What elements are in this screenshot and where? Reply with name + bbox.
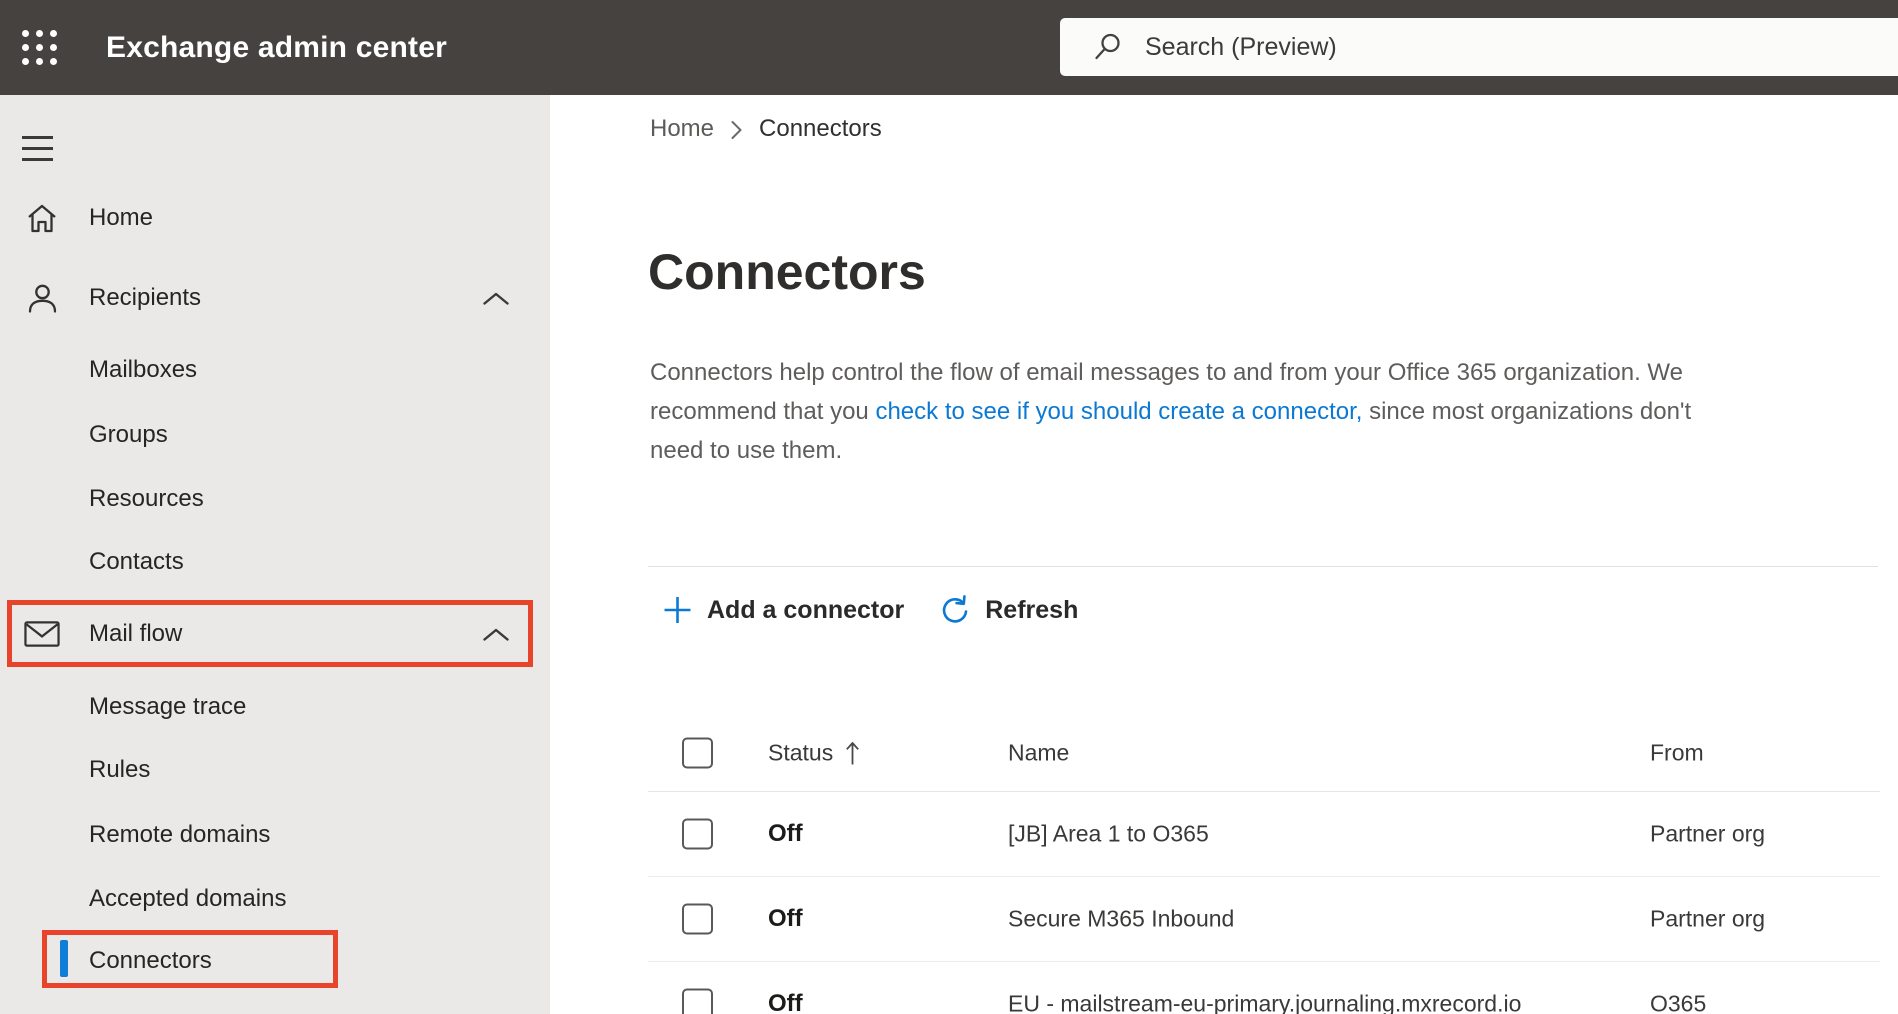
sidebar-item-label: Remote domains: [89, 821, 271, 848]
page-description: Connectors help control the flow of emai…: [650, 353, 1898, 470]
table-header-row: Status Name From: [648, 715, 1880, 792]
main-content: Home Connectors Connectors Connectors he…: [550, 95, 1898, 1014]
description-text: Connectors help control the flow of emai…: [650, 359, 1683, 386]
search-box[interactable]: [1060, 18, 1898, 76]
cell-from: Partner org: [1650, 820, 1766, 847]
exchange-admin-center-window: Exchange admin center Home: [0, 0, 1898, 1014]
sidebar-item-label: Rules: [89, 756, 151, 783]
cell-from: O365: [1650, 990, 1707, 1014]
sidebar-item-label: Resources: [89, 485, 204, 512]
chevron-right-icon: [730, 119, 743, 141]
active-item-indicator: [60, 940, 68, 977]
breadcrumb-home-link[interactable]: Home: [650, 115, 714, 143]
page-title: Connectors: [648, 244, 926, 300]
sidebar-item-home[interactable]: Home: [0, 186, 550, 250]
envelope-icon: [24, 620, 60, 648]
cell-from: Partner org: [1650, 905, 1766, 932]
column-header-name[interactable]: Name: [1008, 740, 1069, 767]
row-checkbox[interactable]: [682, 988, 713, 1014]
search-icon: [1093, 32, 1123, 62]
breadcrumb: Home Connectors: [650, 115, 882, 143]
sidebar-item-label: Mail flow: [89, 620, 183, 647]
top-app-bar: Exchange admin center: [0, 0, 1898, 95]
sidebar-item-mailboxes[interactable]: Mailboxes: [0, 338, 550, 402]
cell-name: Secure M365 Inbound: [1008, 905, 1235, 932]
row-checkbox[interactable]: [682, 818, 713, 850]
sidebar-item-label: Accepted domains: [89, 885, 287, 912]
sidebar-item-recipients[interactable]: Recipients: [0, 266, 550, 330]
sort-ascending-icon[interactable]: [845, 740, 860, 767]
select-all-checkbox[interactable]: [682, 737, 713, 769]
add-connector-button[interactable]: Add a connector: [662, 593, 904, 627]
app-title: Exchange admin center: [106, 30, 447, 64]
sidebar-item-label: Recipients: [89, 284, 202, 311]
row-checkbox[interactable]: [682, 903, 713, 935]
add-connector-label: Add a connector: [707, 595, 905, 624]
column-header-from[interactable]: From: [1650, 740, 1704, 767]
table-row[interactable]: Off [JB] Area 1 to O365 Partner org: [648, 792, 1880, 877]
sidebar-item-resources[interactable]: Resources: [0, 467, 550, 531]
sidebar-nav: Home Recipients Mailboxes Groups Resourc…: [0, 95, 550, 1014]
table-row[interactable]: Off EU - mailstream-eu-primary.journalin…: [648, 962, 1880, 1014]
sidebar-item-rules[interactable]: Rules: [0, 738, 550, 802]
sidebar-item-label: Contacts: [89, 548, 184, 575]
refresh-icon: [938, 593, 971, 627]
table-row[interactable]: Off Secure M365 Inbound Partner org: [648, 877, 1880, 962]
plus-icon: [662, 593, 693, 627]
breadcrumb-current: Connectors: [759, 115, 882, 142]
column-header-status[interactable]: Status: [768, 740, 860, 767]
person-icon: [24, 282, 60, 315]
sidebar-item-label: Mailboxes: [89, 356, 198, 383]
refresh-button[interactable]: Refresh: [938, 593, 1078, 627]
refresh-label: Refresh: [985, 595, 1079, 624]
sidebar-item-label: Message trace: [89, 693, 247, 720]
sidebar-item-groups[interactable]: Groups: [0, 403, 550, 467]
sidebar-item-label: Home: [89, 204, 154, 231]
sidebar-item-message-trace[interactable]: Message trace: [0, 675, 550, 739]
cell-status: Off: [768, 905, 803, 932]
app-launcher-icon: [22, 29, 66, 65]
description-text: need to use them.: [650, 437, 843, 464]
chevron-up-icon[interactable]: [482, 291, 510, 306]
sidebar-item-contacts[interactable]: Contacts: [0, 530, 550, 594]
cell-status: Off: [768, 820, 803, 847]
cell-name: EU - mailstream-eu-primary.journaling.mx…: [1008, 990, 1522, 1014]
search-input[interactable]: [1145, 32, 1898, 62]
toolbar: Add a connector Refresh: [662, 587, 1078, 633]
chevron-up-icon[interactable]: [482, 627, 510, 642]
sidebar-item-connectors[interactable]: Connectors: [0, 929, 550, 993]
app-launcher-button[interactable]: [22, 26, 66, 68]
hamburger-menu-button[interactable]: [22, 122, 54, 161]
sidebar-item-label: Groups: [89, 421, 168, 448]
create-connector-check-link[interactable]: check to see if you should create a conn…: [875, 398, 1362, 425]
sidebar-item-label: Connectors: [89, 947, 212, 974]
description-text: recommend that you: [650, 398, 876, 425]
cell-name: [JB] Area 1 to O365: [1008, 820, 1209, 847]
sidebar-item-remote-domains[interactable]: Remote domains: [0, 803, 550, 867]
home-icon: [24, 202, 60, 235]
description-text: since most organizations don't: [1362, 398, 1692, 425]
cell-status: Off: [768, 990, 803, 1014]
toolbar-divider: [648, 566, 1878, 567]
column-header-label: Status: [768, 739, 834, 766]
sidebar-item-mail-flow[interactable]: Mail flow: [0, 602, 550, 666]
sidebar-item-accepted-domains[interactable]: Accepted domains: [0, 867, 550, 931]
hamburger-icon: [22, 135, 53, 161]
